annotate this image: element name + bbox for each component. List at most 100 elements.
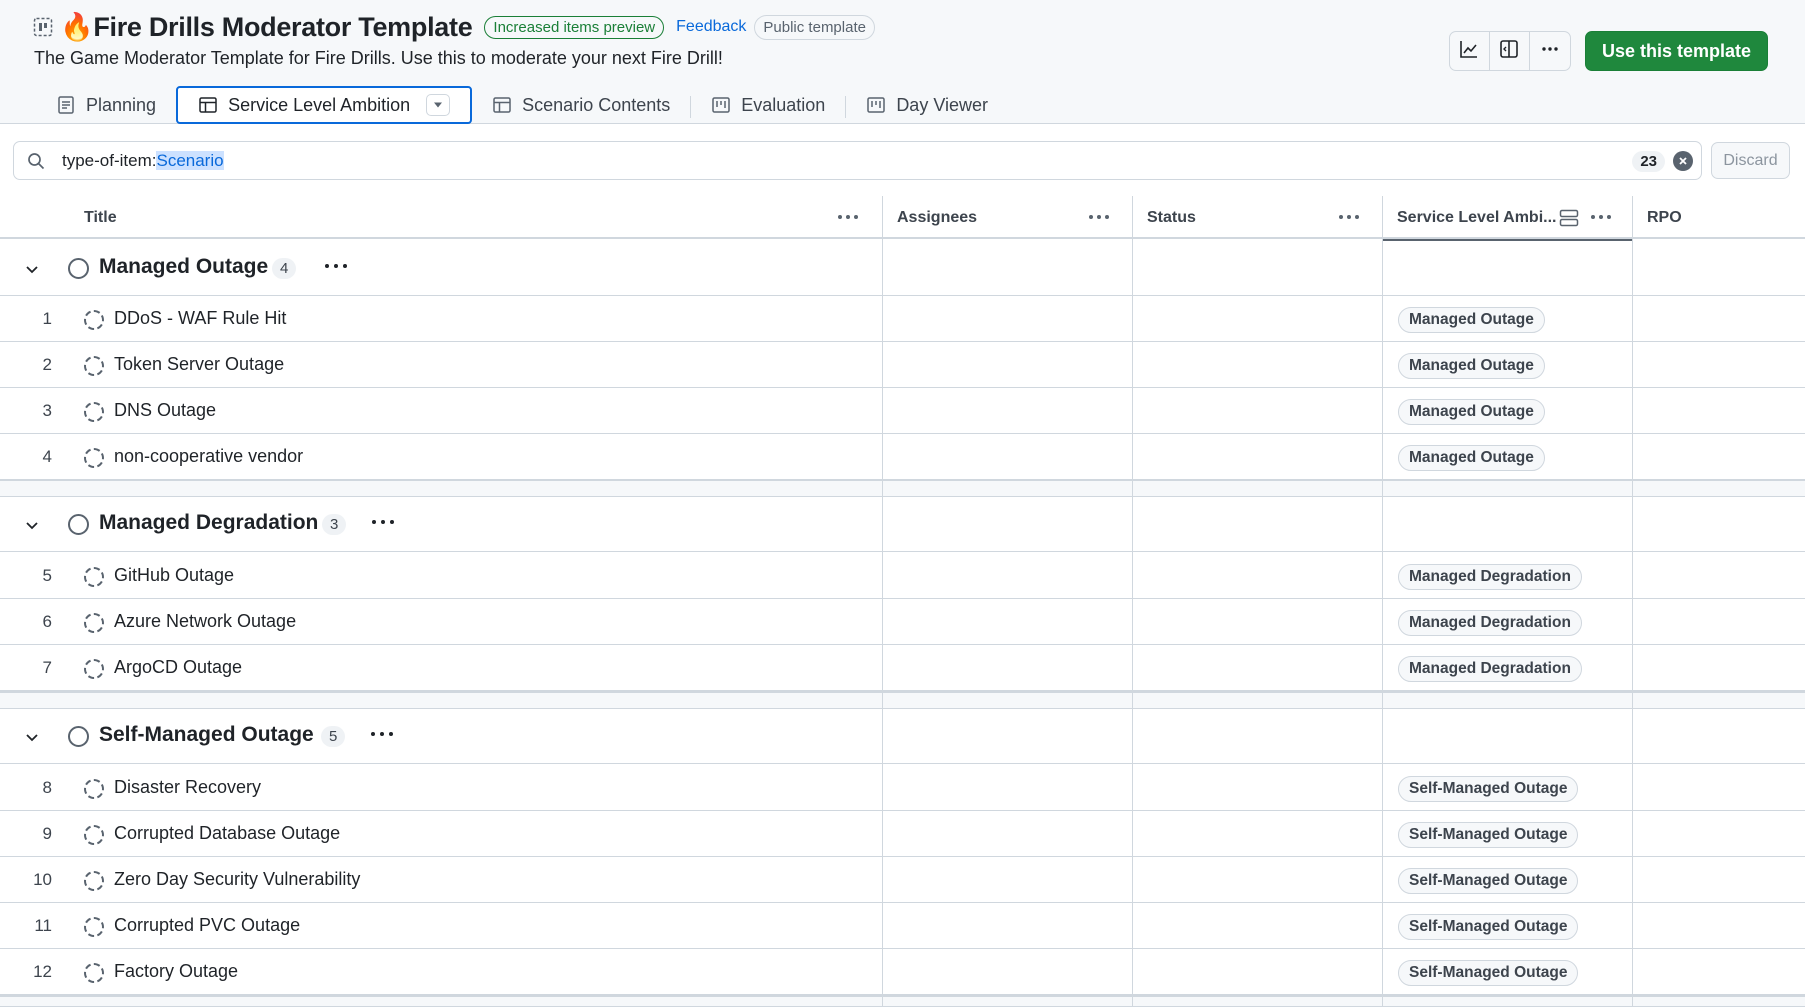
service-level-tag[interactable]: Managed Degradation bbox=[1398, 564, 1582, 590]
table-row[interactable]: 1 DDoS - WAF Rule Hit Managed Outage bbox=[0, 296, 1805, 342]
draft-issue-icon bbox=[84, 779, 104, 799]
group-menu-icon[interactable] bbox=[324, 263, 348, 275]
clear-filter-button[interactable] bbox=[1673, 151, 1693, 171]
kebab-horizontal-icon bbox=[1540, 39, 1560, 64]
row-number: 8 bbox=[42, 778, 52, 797]
service-level-tag[interactable]: Managed Degradation bbox=[1398, 656, 1582, 682]
service-level-tag[interactable]: Self-Managed Outage bbox=[1398, 868, 1579, 894]
column-divider bbox=[1632, 196, 1633, 1007]
column-header-rpo[interactable]: RPO bbox=[1633, 196, 1805, 239]
board-icon bbox=[711, 95, 731, 115]
table-row[interactable]: 4 non-cooperative vendor Managed Outage bbox=[0, 434, 1805, 480]
chevron-down-icon[interactable] bbox=[22, 259, 42, 279]
group-header-self-managed-outage: Self-Managed Outage 5 bbox=[0, 709, 1805, 764]
discard-button[interactable]: Discard bbox=[1711, 142, 1790, 179]
service-level-tag[interactable]: Self-Managed Outage bbox=[1398, 960, 1579, 986]
more-options-button[interactable] bbox=[1530, 32, 1570, 70]
item-title[interactable]: Corrupted Database Outage bbox=[114, 823, 340, 844]
service-level-tag[interactable]: Self-Managed Outage bbox=[1398, 822, 1579, 848]
draft-issue-icon bbox=[84, 356, 104, 376]
document-icon bbox=[56, 95, 76, 115]
item-title[interactable]: Corrupted PVC Outage bbox=[114, 915, 300, 936]
status-circle-icon bbox=[68, 514, 89, 535]
service-level-tag[interactable]: Self-Managed Outage bbox=[1398, 914, 1579, 940]
row-number: 9 bbox=[42, 824, 52, 843]
table-row[interactable]: 11 Corrupted PVC Outage Self-Managed Outag… bbox=[0, 903, 1805, 949]
use-template-button[interactable]: Use this template bbox=[1584, 31, 1768, 71]
row-number: 2 bbox=[42, 355, 52, 374]
status-circle-icon bbox=[68, 258, 89, 279]
item-title[interactable]: Azure Network Outage bbox=[114, 611, 296, 632]
table-row[interactable]: 8 Disaster Recovery Self-Managed Outage bbox=[0, 765, 1805, 811]
filter-input[interactable]: type-of-item:Scenario 23 bbox=[13, 141, 1702, 180]
table-row[interactable]: 3 DNS Outage Managed Outage bbox=[0, 388, 1805, 434]
insights-button[interactable] bbox=[1450, 32, 1490, 70]
table-row[interactable]: 7 ArgoCD Outage Managed Degradation bbox=[0, 645, 1805, 691]
column-divider bbox=[1382, 196, 1383, 1007]
item-title[interactable]: DNS Outage bbox=[114, 400, 216, 421]
table-row[interactable]: 6 Azure Network Outage Managed Degradation bbox=[0, 599, 1805, 645]
draft-issue-icon bbox=[84, 871, 104, 891]
tab-service-level-ambition[interactable]: Service Level Ambition bbox=[176, 86, 473, 124]
tab-scenario-contents[interactable]: Scenario Contents bbox=[472, 86, 690, 124]
chevron-down-icon[interactable] bbox=[22, 515, 42, 535]
item-title[interactable]: ArgoCD Outage bbox=[114, 657, 242, 678]
group-menu-icon[interactable] bbox=[370, 731, 394, 743]
item-title[interactable]: Token Server Outage bbox=[114, 354, 284, 375]
row-number: 5 bbox=[42, 566, 52, 585]
row-number: 1 bbox=[42, 309, 52, 328]
draft-issue-icon bbox=[84, 567, 104, 587]
side-panel-button[interactable] bbox=[1490, 32, 1530, 70]
service-level-tag[interactable]: Self-Managed Outage bbox=[1398, 776, 1579, 802]
group-header-managed-degradation: Managed Degradation 3 bbox=[0, 497, 1805, 552]
item-title[interactable]: Zero Day Security Vulnerability bbox=[114, 869, 360, 890]
column-menu-icon[interactable] bbox=[836, 209, 860, 225]
group-count: 5 bbox=[321, 726, 346, 747]
tab-evaluation[interactable]: Evaluation bbox=[691, 86, 845, 124]
table-header: Title Assignees Status Service Level Amb… bbox=[0, 196, 1805, 241]
table-row[interactable]: 5 GitHub Outage Managed Degradation bbox=[0, 553, 1805, 599]
draft-issue-icon bbox=[84, 310, 104, 330]
tab-planning[interactable]: Planning bbox=[36, 86, 176, 124]
group-header-managed-outage: Managed Outage 4 bbox=[0, 241, 1805, 296]
table-row[interactable]: 12 Factory Outage Self-Managed Outage bbox=[0, 949, 1805, 995]
project-title: 🔥Fire Drills Moderator Template bbox=[60, 12, 473, 42]
item-title[interactable]: DDoS - WAF Rule Hit bbox=[114, 308, 286, 329]
column-menu-icon[interactable] bbox=[1087, 209, 1111, 225]
preview-badge[interactable]: Increased items preview bbox=[484, 15, 665, 39]
row-number: 3 bbox=[42, 401, 52, 420]
tab-day-viewer[interactable]: Day Viewer bbox=[846, 86, 1008, 124]
item-title[interactable]: non-cooperative vendor bbox=[114, 446, 303, 467]
draft-issue-icon bbox=[84, 448, 104, 468]
filter-result-count: 23 bbox=[1632, 151, 1665, 172]
view-options-dropdown[interactable] bbox=[426, 94, 451, 116]
service-level-tag[interactable]: Managed Outage bbox=[1398, 307, 1545, 333]
item-title[interactable]: GitHub Outage bbox=[114, 565, 234, 586]
table-row[interactable]: 9 Corrupted Database Outage Self-Managed O… bbox=[0, 811, 1805, 857]
column-menu-icon[interactable] bbox=[1337, 209, 1361, 225]
filter-value: Scenario bbox=[156, 150, 224, 170]
row-number: 7 bbox=[42, 658, 52, 677]
table-row[interactable]: 2 Token Server Outage Managed Outage bbox=[0, 342, 1805, 388]
item-title[interactable]: Factory Outage bbox=[114, 961, 238, 982]
service-level-tag[interactable]: Managed Outage bbox=[1398, 445, 1545, 471]
column-header-title[interactable]: Title bbox=[70, 196, 882, 239]
column-header-status[interactable]: Status bbox=[1133, 196, 1383, 239]
service-level-tag[interactable]: Managed Outage bbox=[1398, 399, 1545, 425]
row-number: 4 bbox=[42, 447, 52, 466]
row-number: 6 bbox=[42, 612, 52, 631]
table-row[interactable]: 10 Zero Day Security Vulnerability Self-Ma… bbox=[0, 857, 1805, 903]
column-header-service-level-ambition[interactable]: Service Level Ambi... bbox=[1383, 196, 1633, 241]
feedback-link[interactable]: Feedback bbox=[676, 18, 746, 36]
service-level-tag[interactable]: Managed Degradation bbox=[1398, 610, 1582, 636]
draft-issue-icon bbox=[84, 917, 104, 937]
group-title: Self-Managed Outage bbox=[99, 723, 314, 746]
column-header-assignees[interactable]: Assignees bbox=[883, 196, 1133, 239]
service-level-tag[interactable]: Managed Outage bbox=[1398, 353, 1545, 379]
draft-issue-icon bbox=[84, 825, 104, 845]
chevron-down-icon[interactable] bbox=[22, 727, 42, 747]
column-menu-icon[interactable] bbox=[1589, 209, 1613, 225]
item-title[interactable]: Disaster Recovery bbox=[114, 777, 261, 798]
board-icon bbox=[866, 95, 886, 115]
group-menu-icon[interactable] bbox=[371, 519, 395, 531]
